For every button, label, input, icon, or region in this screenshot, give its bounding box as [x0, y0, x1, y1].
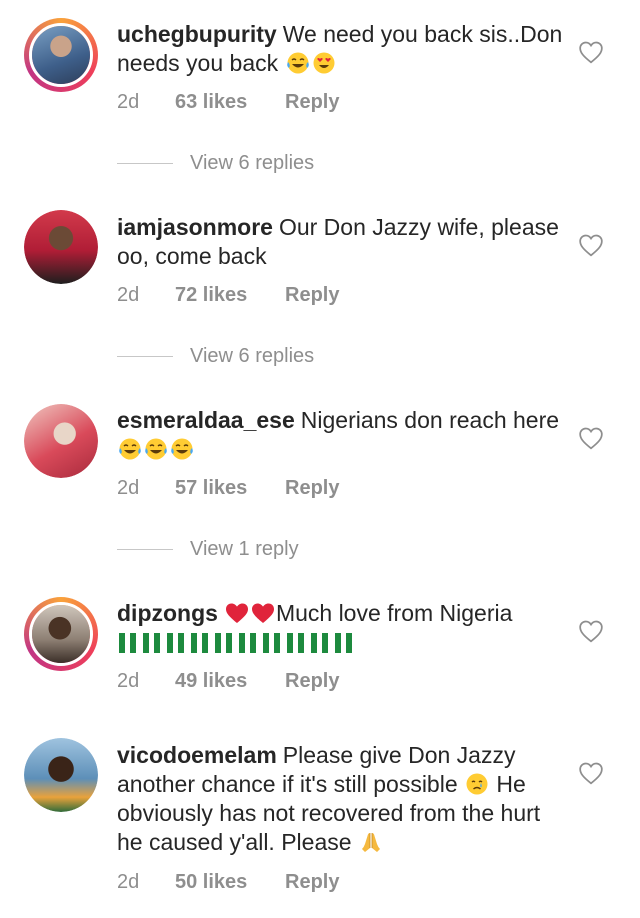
- comment-time: 2d: [117, 91, 140, 113]
- nigeria-flag-emoji: [141, 633, 163, 653]
- red-heart-emoji: [225, 601, 249, 625]
- comment-time: 2d: [117, 284, 140, 306]
- comment-likes[interactable]: 49 likes: [175, 670, 285, 693]
- folded-hands-emoji: [359, 830, 383, 854]
- nigeria-flag-emoji: [285, 633, 307, 653]
- avatar[interactable]: [24, 597, 98, 671]
- view-replies-label[interactable]: View 6 replies: [190, 345, 314, 367]
- red-heart-emoji: [251, 601, 275, 625]
- comment-likes[interactable]: 50 likes: [175, 871, 285, 894]
- comment-time: 2d: [117, 477, 140, 499]
- comment-meta: 2d 57 likes Reply: [117, 477, 339, 500]
- comment-time: 2d: [117, 670, 140, 692]
- nigeria-flag-emoji: [309, 633, 331, 653]
- like-heart-icon[interactable]: [578, 233, 604, 257]
- comment-meta: 2d 50 likes Reply: [117, 871, 339, 894]
- like-heart-icon[interactable]: [578, 761, 604, 785]
- like-heart-icon[interactable]: [578, 619, 604, 643]
- nigeria-flag-emoji: [237, 633, 259, 653]
- comment-likes[interactable]: 63 likes: [175, 91, 285, 114]
- comment-likes[interactable]: 57 likes: [175, 477, 285, 500]
- comment-username[interactable]: uchegbupurity: [117, 21, 277, 47]
- heart-eyes-emoji: [312, 51, 336, 75]
- tears-of-joy-emoji: [118, 437, 142, 461]
- reply-button[interactable]: Reply: [285, 477, 339, 500]
- nigeria-flag-emoji: [261, 633, 283, 653]
- view-replies-label[interactable]: View 1 reply: [190, 538, 299, 560]
- tears-of-joy-emoji: [170, 437, 194, 461]
- avatar[interactable]: [24, 404, 98, 478]
- replies-divider: [117, 356, 173, 358]
- comment-text: Much love from Nigeria: [275, 600, 513, 626]
- nigeria-flags: [117, 631, 357, 660]
- comment-body: iamjasonmore Our Don Jazzy wife, please o…: [117, 213, 572, 271]
- replies-divider: [117, 549, 173, 551]
- comment-username[interactable]: esmeraldaa_ese: [117, 407, 295, 433]
- comment-body: esmeraldaa_ese Nigerians don reach here: [117, 406, 572, 464]
- comment-body: uchegbupurity We need you back sis..Don n…: [117, 20, 572, 78]
- comment-likes[interactable]: 72 likes: [175, 284, 285, 307]
- comment-body: vicodoemelam Please give Don Jazzy anothe…: [117, 741, 572, 857]
- comment-meta: 2d 49 likes Reply: [117, 670, 339, 693]
- replies-divider: [117, 163, 173, 165]
- view-replies[interactable]: View 1 reply: [117, 538, 299, 561]
- like-heart-icon[interactable]: [578, 426, 604, 450]
- nigeria-flag-emoji: [333, 633, 355, 653]
- view-replies[interactable]: View 6 replies: [117, 152, 314, 175]
- nigeria-flag-emoji: [117, 633, 139, 653]
- like-heart-icon[interactable]: [578, 40, 604, 64]
- comment-meta: 2d 63 likes Reply: [117, 91, 339, 114]
- reply-button[interactable]: Reply: [285, 284, 339, 307]
- crying-face-emoji: [465, 772, 489, 796]
- comment-meta: 2d 72 likes Reply: [117, 284, 339, 307]
- nigeria-flag-emoji: [189, 633, 211, 653]
- comment-username[interactable]: vicodoemelam: [117, 742, 277, 768]
- comment-body: dipzongs Much love from Nigeria: [117, 599, 572, 660]
- avatar[interactable]: [24, 738, 98, 812]
- nigeria-flag-emoji: [165, 633, 187, 653]
- reply-button[interactable]: Reply: [285, 91, 339, 114]
- tears-of-joy-emoji: [286, 51, 310, 75]
- avatar[interactable]: [24, 18, 98, 92]
- comment-text: Nigerians don reach here: [300, 407, 560, 433]
- comment-username[interactable]: dipzongs: [117, 600, 218, 626]
- tears-of-joy-emoji: [144, 437, 168, 461]
- reply-button[interactable]: Reply: [285, 871, 339, 894]
- comment-username[interactable]: iamjasonmore: [117, 214, 273, 240]
- view-replies[interactable]: View 6 replies: [117, 345, 314, 368]
- nigeria-flag-emoji: [213, 633, 235, 653]
- view-replies-label[interactable]: View 6 replies: [190, 152, 314, 174]
- comment-time: 2d: [117, 871, 140, 893]
- reply-button[interactable]: Reply: [285, 670, 339, 693]
- avatar[interactable]: [24, 210, 98, 284]
